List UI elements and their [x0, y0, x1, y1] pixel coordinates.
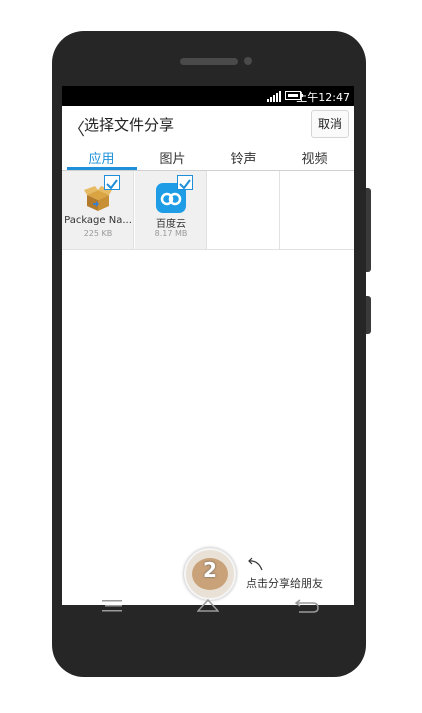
selected-count: 2	[203, 558, 217, 582]
signal-icon	[267, 91, 281, 102]
curved-arrow-icon	[248, 557, 263, 571]
tab-videos[interactable]: 视频	[278, 148, 351, 167]
app-size: 8.17 MB	[154, 229, 188, 238]
front-camera	[244, 57, 252, 65]
tab-images[interactable]: 图片	[136, 148, 209, 167]
app-item-baidu-cloud[interactable]: 百度云 8.17 MB	[135, 171, 207, 249]
menu-icon[interactable]	[102, 599, 122, 613]
tab-bar: 应用 图片 铃声 视频	[62, 142, 354, 171]
back-nav-icon[interactable]	[291, 599, 319, 615]
active-tab-indicator	[67, 167, 137, 170]
app-item-package-installer[interactable]: Package Na... 225 KB	[62, 171, 134, 249]
checkbox-checked-icon[interactable]	[104, 175, 120, 190]
tab-ringtones[interactable]: 铃声	[207, 148, 280, 167]
app-name: 百度云	[156, 219, 186, 230]
app-header: 〈 选择文件分享 取消	[62, 106, 354, 142]
cancel-button[interactable]: 取消	[311, 110, 349, 138]
volume-button	[366, 296, 371, 334]
share-bubble[interactable]: 2	[184, 548, 236, 600]
home-icon[interactable]	[197, 599, 219, 613]
earpiece-speaker	[180, 58, 238, 65]
page-title: 选择文件分享	[84, 116, 175, 134]
power-button	[366, 188, 371, 272]
status-bar: 上午12:47	[62, 86, 354, 106]
share-hint-text: 点击分享给朋友	[246, 577, 323, 590]
screen: 上午12:47 〈 选择文件分享 取消 应用 图片 铃声 视频 Package …	[62, 86, 354, 605]
empty-cell	[208, 171, 280, 249]
app-name: Package Na...	[64, 215, 132, 226]
status-time: 上午12:47	[296, 91, 350, 104]
back-icon[interactable]: 〈	[68, 115, 85, 140]
empty-cell	[281, 171, 353, 249]
app-size: 225 KB	[83, 229, 113, 238]
app-grid: Package Na... 225 KB 百度云 8.17 MB	[62, 171, 354, 250]
tab-apps[interactable]: 应用	[65, 148, 138, 167]
checkbox-checked-icon[interactable]	[177, 175, 193, 190]
